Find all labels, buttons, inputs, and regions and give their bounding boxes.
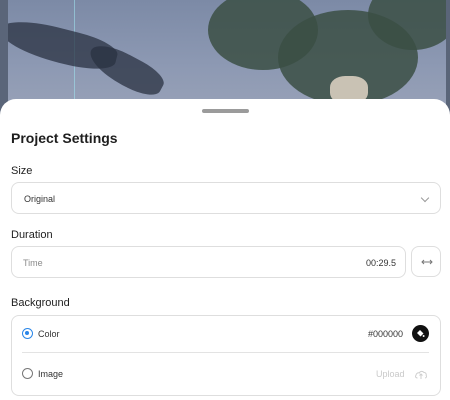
sheet-drag-handle[interactable]	[202, 109, 249, 113]
size-select-value: Original	[24, 194, 56, 204]
image-option-label: Image	[38, 369, 64, 379]
background-label: Background	[11, 297, 70, 309]
paint-bucket-icon	[417, 330, 425, 337]
color-hex-value[interactable]: #000000	[368, 329, 403, 339]
duration-label: Duration	[11, 229, 53, 241]
size-label: Size	[11, 165, 33, 177]
cloud-upload-icon[interactable]	[414, 367, 428, 385]
preview-shape	[83, 37, 169, 103]
color-picker-button[interactable]	[412, 325, 429, 342]
background-options-card	[11, 315, 441, 396]
chevron-down-icon	[420, 193, 430, 203]
color-radio[interactable]	[22, 328, 33, 339]
background-options-divider	[22, 352, 429, 353]
duration-swap-button[interactable]	[411, 246, 441, 277]
size-select[interactable]: Original	[11, 182, 441, 214]
duration-placeholder: Time	[23, 258, 43, 268]
swap-horizontal-icon	[421, 259, 433, 265]
duration-field[interactable]: Time 00:29.5	[11, 246, 406, 278]
duration-value: 00:29.5	[365, 258, 396, 268]
color-option-label: Color	[38, 329, 60, 339]
upload-label[interactable]: Upload	[376, 369, 405, 379]
sheet-title: Project Settings	[11, 130, 118, 146]
image-radio[interactable]	[22, 368, 33, 379]
